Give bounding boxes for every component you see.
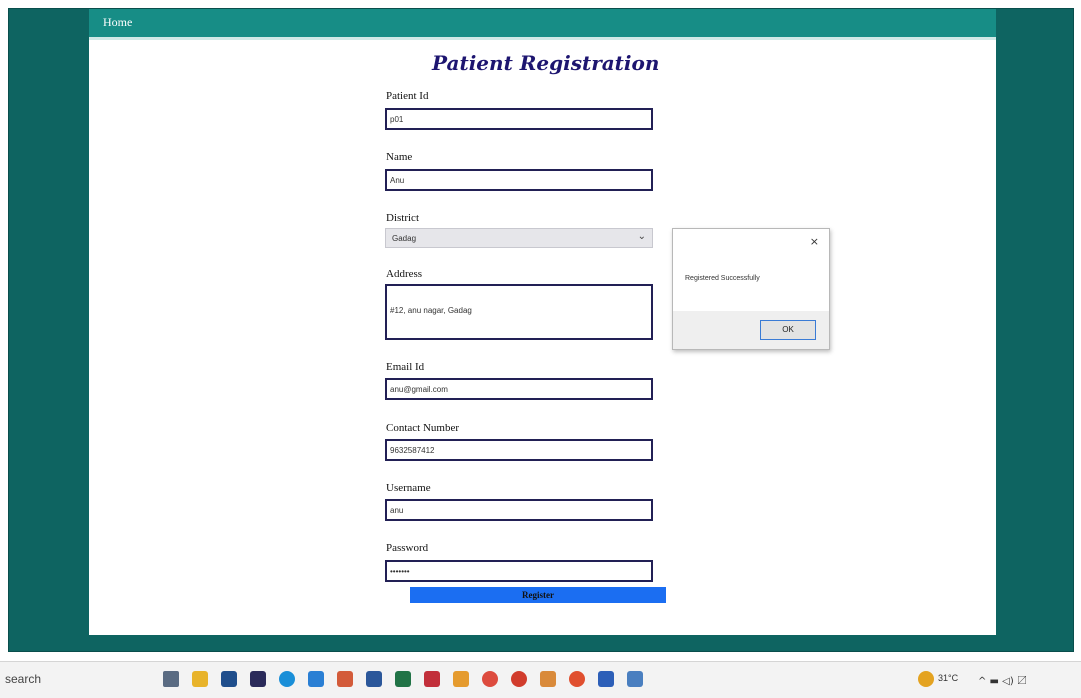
app-icon[interactable] [308,671,324,687]
chevron-down-icon: ⌄ [637,231,646,242]
app-icon-6[interactable] [598,671,614,687]
contact-input[interactable]: 9632587412 [385,439,653,461]
username-input[interactable]: anu [385,499,653,521]
contact-label: Contact Number [386,422,460,434]
app-icon-3[interactable] [511,671,527,687]
address-label: Address [386,268,423,280]
app-icon-4[interactable] [540,671,556,687]
task-view-icon[interactable] [163,671,179,687]
register-button[interactable]: Register [410,587,666,603]
nav-home-link[interactable]: Home [103,15,132,30]
weather-icon[interactable] [918,671,934,687]
patient-id-label: Patient Id [386,90,429,102]
dropbox-icon[interactable] [250,671,266,687]
system-tray[interactable]: ^ ▬ ◁) 〼 [978,672,1027,687]
taskbar-search[interactable]: search [5,672,41,686]
username-label: Username [386,482,431,494]
ok-button[interactable]: OK [760,320,816,340]
store-icon[interactable] [221,671,237,687]
word-icon[interactable] [366,671,382,687]
email-label: Email Id [386,361,425,373]
dialog-footer: OK [673,311,829,349]
taskbar: search 31°C ^ ▬ ◁) 〼 [0,661,1081,698]
weather-temperature[interactable]: 31°C [938,673,958,683]
district-selected-value: Gadag [392,234,417,243]
chrome-icon[interactable] [482,671,498,687]
password-label: Password [386,542,429,554]
excel-icon[interactable] [395,671,411,687]
dialog-message: Registered Successfully [685,275,760,282]
navbar: Home [89,9,996,40]
district-label: District [386,212,419,224]
edge-icon[interactable] [279,671,295,687]
app-icon-5[interactable] [569,671,585,687]
close-icon[interactable]: × [810,235,819,248]
password-input[interactable]: ••••••• [385,560,653,582]
app-background: Home Patient Registration Patient Id p01… [8,8,1074,652]
email-input[interactable]: anu@gmail.com [385,378,653,400]
page-title: Patient Registration [432,51,660,75]
app-icon-7[interactable] [627,671,643,687]
alert-dialog: × Registered Successfully OK [672,228,830,350]
name-label: Name [386,151,413,163]
name-input[interactable]: Anu [385,169,653,191]
acrobat-icon[interactable] [424,671,440,687]
powerpoint-icon[interactable] [337,671,353,687]
patient-id-input[interactable]: p01 [385,108,653,130]
file-explorer-icon[interactable] [192,671,208,687]
app-icon-2[interactable] [453,671,469,687]
page-container: Home Patient Registration Patient Id p01… [89,9,996,635]
address-textarea[interactable]: #12, anu nagar, Gadag [385,284,653,340]
district-select[interactable]: Gadag ⌄ [385,228,653,248]
